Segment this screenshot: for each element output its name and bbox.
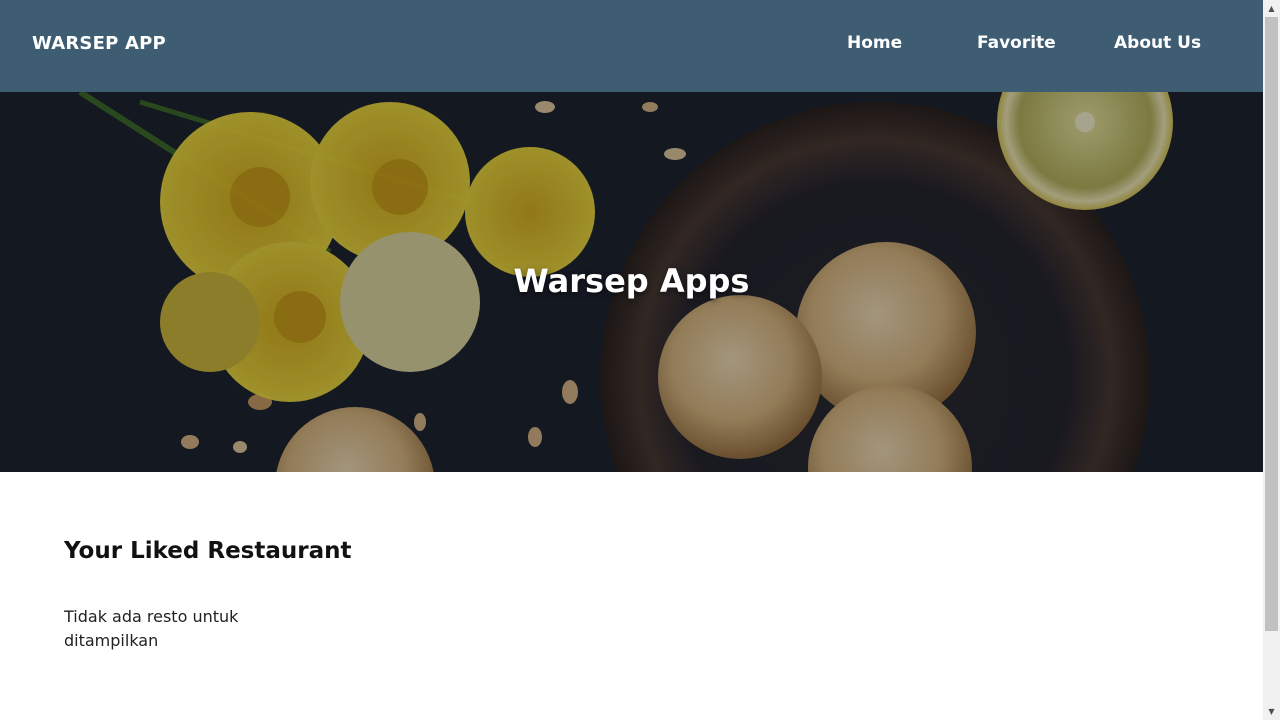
vertical-scrollbar[interactable]: ▲ ▼ xyxy=(1263,0,1280,720)
section-title: Your Liked Restaurant xyxy=(64,538,352,564)
page: WARSEP APP Home Favorite About Us Warsep… xyxy=(0,0,1280,720)
app-bar: WARSEP APP Home Favorite About Us xyxy=(0,0,1263,92)
hero-title: Warsep Apps xyxy=(513,262,750,300)
scroll-down-arrow-icon[interactable]: ▼ xyxy=(1263,703,1280,720)
nav-home[interactable]: Home xyxy=(847,33,902,53)
hero-banner: Warsep Apps xyxy=(0,92,1263,472)
brand-logo[interactable]: WARSEP APP xyxy=(32,33,166,54)
scrollbar-thumb[interactable] xyxy=(1265,17,1278,631)
empty-state-message: Tidak ada resto untuk ditampilkan xyxy=(64,607,239,650)
nav-about-us[interactable]: About Us xyxy=(1114,33,1201,53)
scroll-up-arrow-icon[interactable]: ▲ xyxy=(1263,0,1280,17)
nav-favorite[interactable]: Favorite xyxy=(977,33,1056,53)
